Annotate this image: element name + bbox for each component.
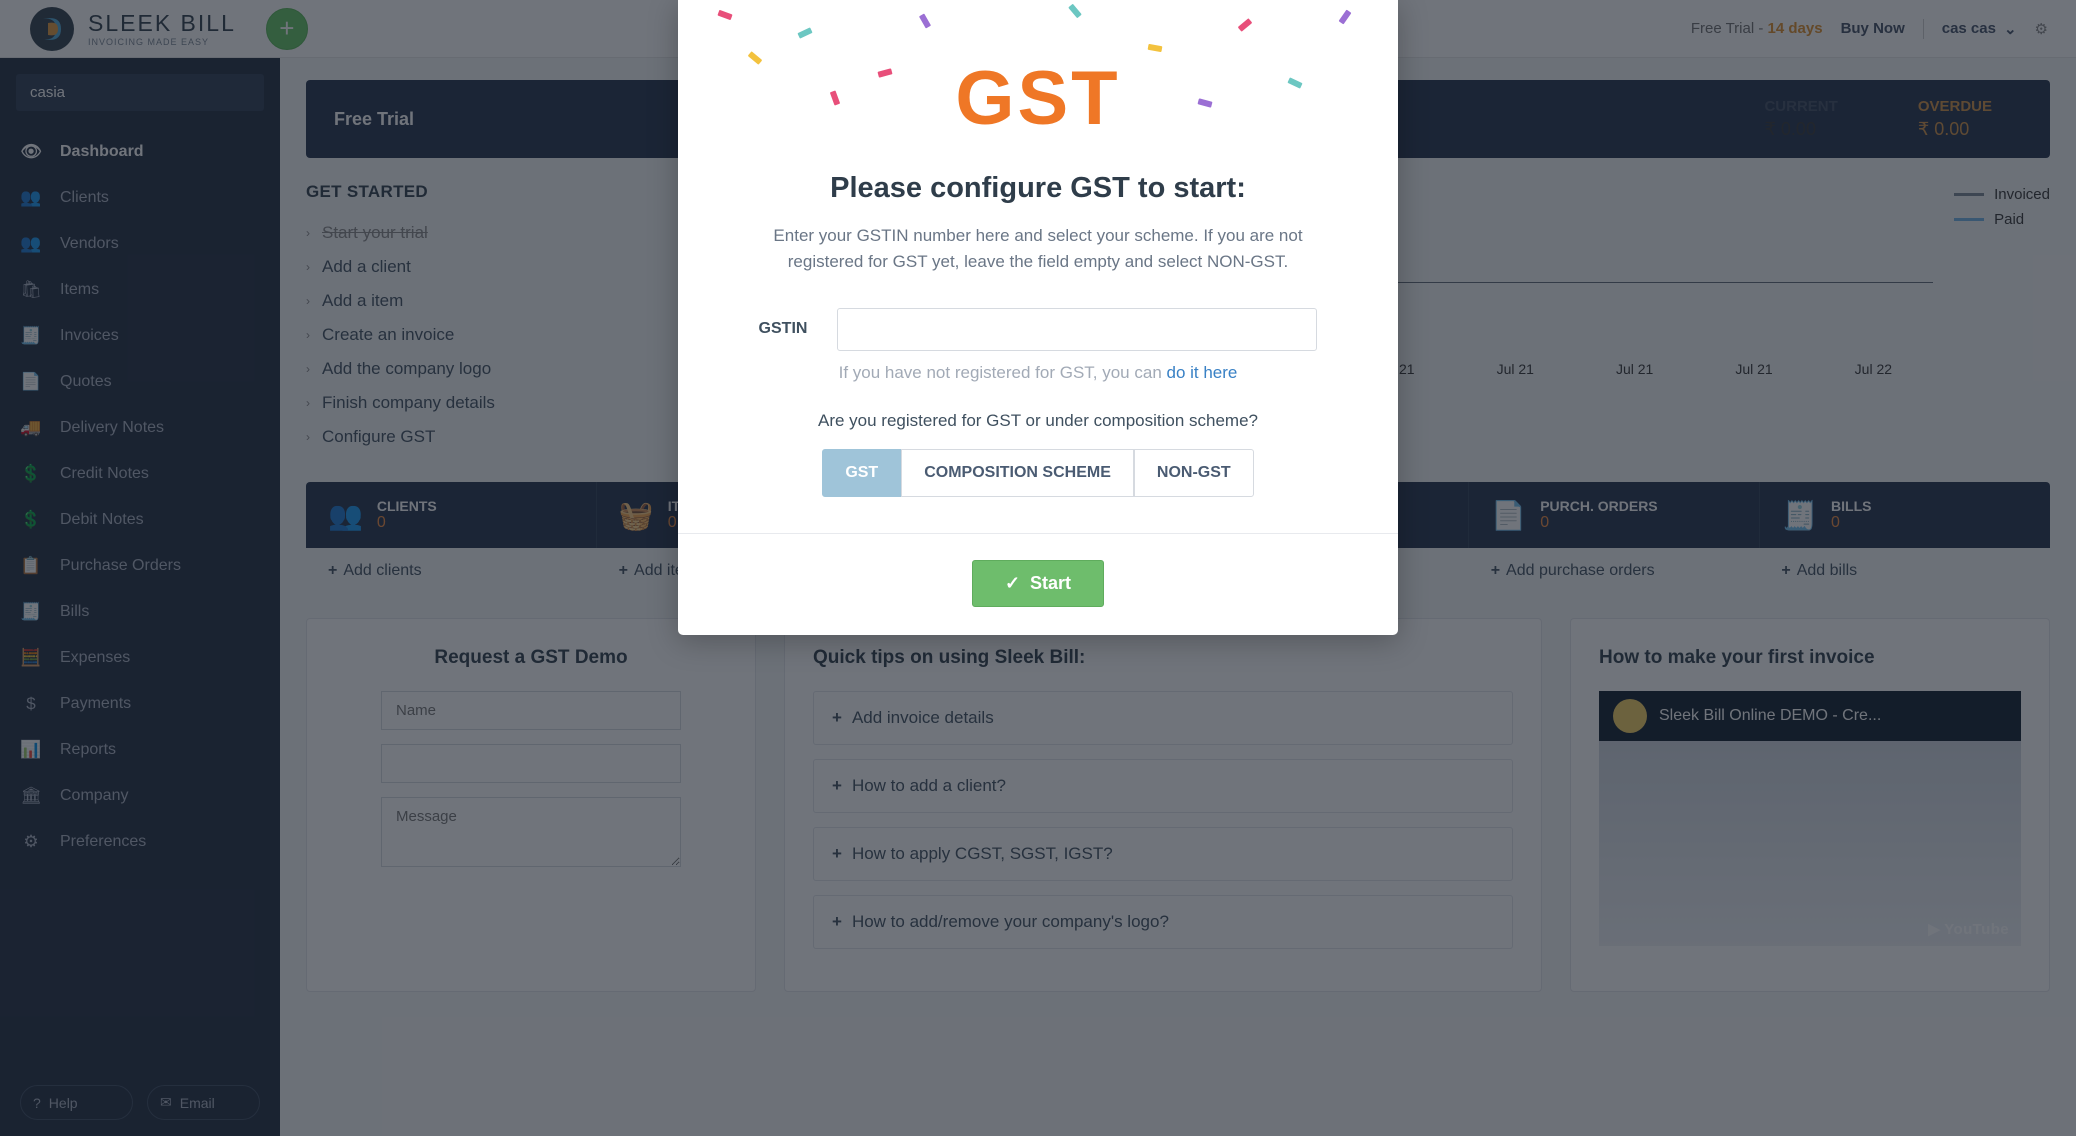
scheme-gst-button[interactable]: GST [822,449,901,497]
modal-heading: Please configure GST to start: [678,172,1398,205]
scheme-question: Are you registered for GST or under comp… [678,411,1398,431]
gstin-input[interactable] [837,308,1317,351]
gst-config-modal: GST Please configure GST to start: Enter… [678,0,1398,635]
gstin-hint: If you have not registered for GST, you … [678,363,1398,383]
confetti-decoration: GST [678,0,1398,150]
gstin-label: GSTIN [759,320,808,338]
modal-description: Enter your GSTIN number here and select … [678,223,1398,276]
modal-gst-logo: GST [678,55,1398,142]
start-button[interactable]: Start [972,560,1104,607]
divider [678,533,1398,534]
scheme-nongst-button[interactable]: NON-GST [1134,449,1254,497]
gstin-register-link[interactable]: do it here [1167,363,1238,382]
scheme-composition-button[interactable]: COMPOSITION SCHEME [901,449,1134,497]
scheme-segment: GST COMPOSITION SCHEME NON-GST [678,449,1398,497]
